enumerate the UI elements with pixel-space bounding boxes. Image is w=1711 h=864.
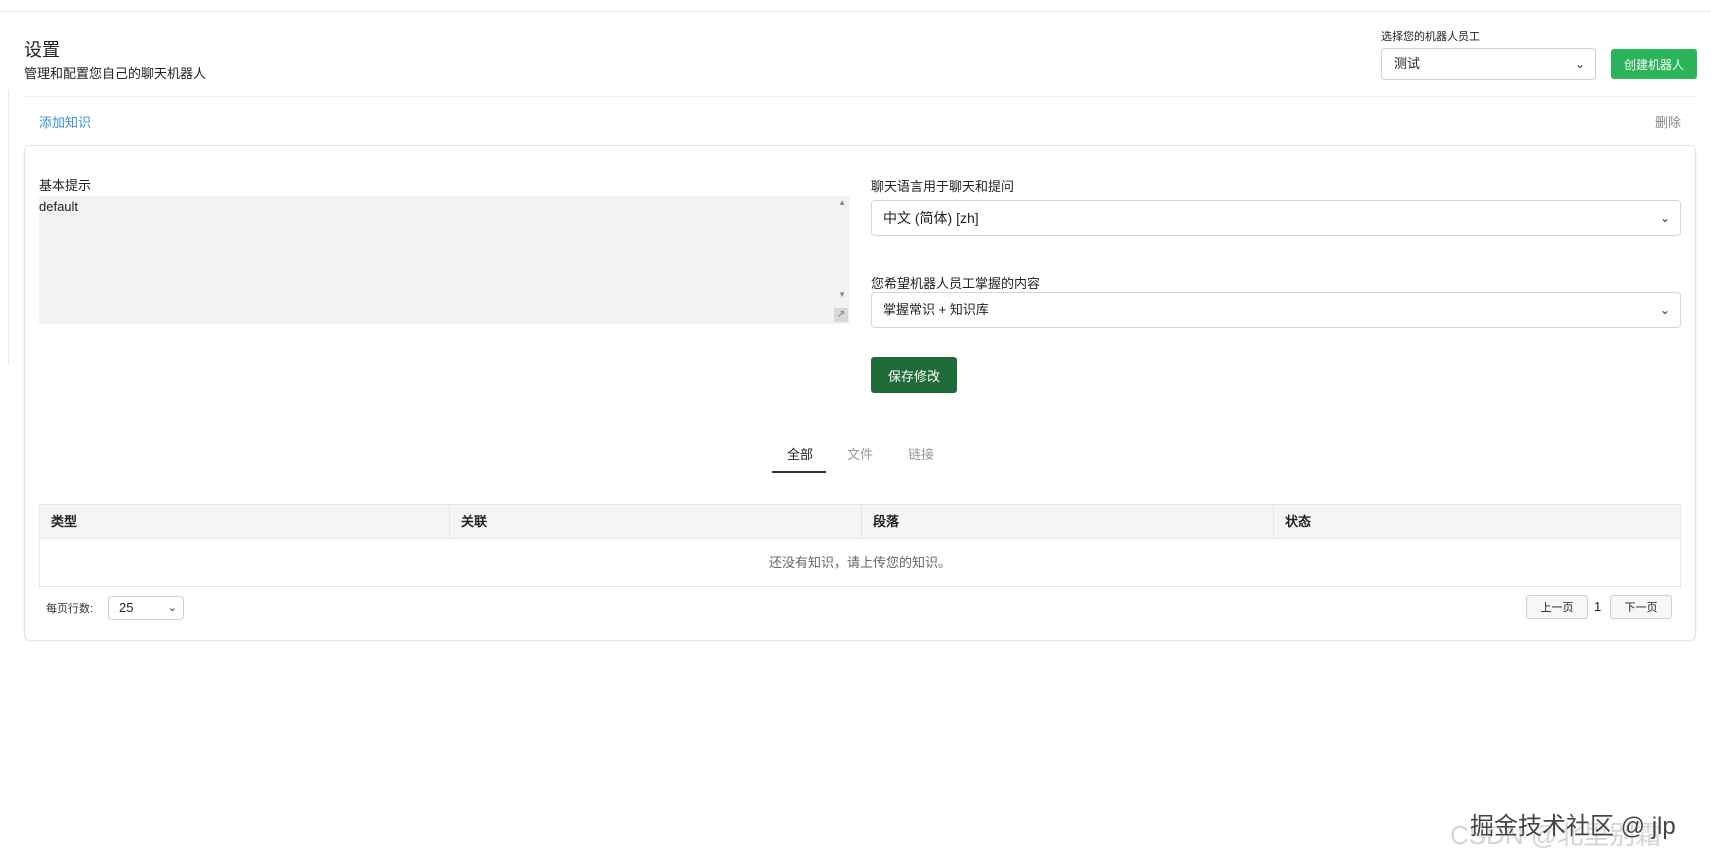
scroll-up-icon[interactable]: ▲ bbox=[838, 198, 846, 207]
language-value: 中文 (简体) [zh] bbox=[883, 210, 979, 226]
table-header: 类型 关联 段落 状态 bbox=[40, 505, 1680, 539]
page-title: 设置 bbox=[24, 40, 60, 60]
column-header-association: 关联 bbox=[449, 505, 861, 538]
language-label: 聊天语言用于聊天和提问 bbox=[871, 179, 1015, 194]
rows-per-page-label: 每页行数: bbox=[46, 603, 94, 615]
bot-select-label: 选择您的机器人员工 bbox=[1381, 31, 1480, 43]
language-select[interactable]: 中文 (简体) [zh] ⌄ bbox=[871, 200, 1681, 236]
tab-all[interactable]: 全部 bbox=[787, 444, 813, 463]
tab-link[interactable]: 链接 bbox=[908, 444, 934, 463]
bot-select[interactable]: 测试 ⌄ bbox=[1381, 48, 1596, 80]
rows-per-page-select[interactable]: 25 ⌄ bbox=[108, 596, 184, 620]
scroll-down-icon[interactable]: ▼ bbox=[838, 290, 846, 299]
add-knowledge-link[interactable]: 添加知识 bbox=[39, 112, 91, 131]
column-header-paragraph: 段落 bbox=[861, 505, 1273, 538]
next-page-button[interactable]: 下一页 bbox=[1610, 595, 1672, 619]
prev-page-button[interactable]: 上一页 bbox=[1526, 595, 1588, 619]
resize-grip-icon[interactable]: ↗ bbox=[834, 308, 848, 322]
left-border bbox=[8, 90, 9, 364]
create-bot-button[interactable]: 创建机器人 bbox=[1611, 49, 1697, 79]
prompt-label: 基本提示 bbox=[39, 178, 92, 193]
rows-per-page-value: 25 bbox=[119, 600, 134, 615]
mastery-value: 掌握常识 + 知识库 bbox=[883, 302, 989, 317]
column-header-type: 类型 bbox=[51, 514, 78, 529]
column-header-status: 状态 bbox=[1273, 505, 1680, 538]
watermark-juejin: 掘金技术社区 @ jlp bbox=[1470, 813, 1676, 840]
mastery-label: 您希望机器人员工掌握的内容 bbox=[871, 276, 1041, 291]
mastery-select[interactable]: 掌握常识 + 知识库 ⌄ bbox=[871, 292, 1681, 328]
page-subtitle: 管理和配置您自己的聊天机器人 bbox=[24, 66, 207, 81]
chevron-down-icon: ⌄ bbox=[1574, 57, 1585, 71]
save-button[interactable]: 保存修改 bbox=[871, 357, 957, 393]
bot-select-value: 测试 bbox=[1394, 56, 1421, 71]
top-border bbox=[0, 11, 1711, 12]
chevron-down-icon: ⌄ bbox=[1659, 211, 1670, 225]
header-divider bbox=[24, 96, 1698, 97]
delete-link[interactable]: 删除 bbox=[1655, 112, 1681, 131]
tab-file[interactable]: 文件 bbox=[847, 444, 873, 463]
current-page: 1 bbox=[1594, 599, 1602, 614]
chevron-down-icon: ⌄ bbox=[167, 602, 177, 614]
active-tab-indicator bbox=[772, 471, 826, 473]
table-empty-message: 还没有知识，请上传您的知识。 bbox=[768, 555, 951, 570]
knowledge-table: 类型 关联 段落 状态 还没有知识，请上传您的知识。 bbox=[39, 504, 1681, 587]
chevron-down-icon: ⌄ bbox=[1659, 303, 1670, 317]
prompt-value: default bbox=[39, 199, 79, 214]
prompt-textarea[interactable]: default ▲ ▼ ↗ bbox=[39, 196, 850, 324]
